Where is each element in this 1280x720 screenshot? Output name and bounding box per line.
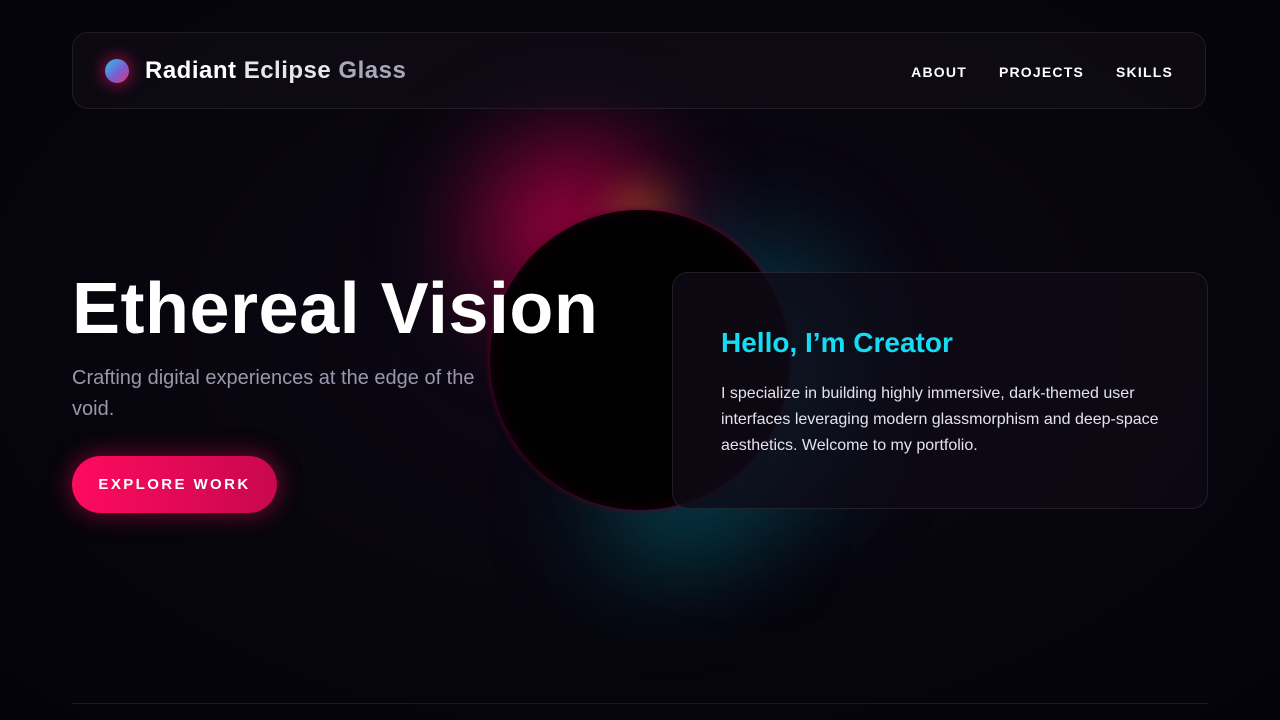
explore-work-button[interactable]: EXPLORE WORK bbox=[72, 456, 277, 513]
nav-link-projects[interactable]: PROJECTS bbox=[999, 64, 1084, 80]
hero-subtitle: Crafting digital experiences at the edge… bbox=[72, 367, 475, 420]
brand-word-2: Eclipse bbox=[243, 57, 332, 84]
nav-link-skills[interactable]: SKILLS bbox=[1116, 64, 1173, 80]
page: Radiant Eclipse Glass ABOUT PROJECTS SKI… bbox=[0, 0, 1280, 720]
nav-link-about[interactable]: ABOUT bbox=[911, 64, 967, 80]
intro-card-title: Hello, I’m Creator bbox=[721, 327, 953, 358]
intro-card-text: I specialize in building highly immersiv… bbox=[721, 385, 1159, 454]
gradient-orb-icon bbox=[105, 59, 129, 83]
hero-title: Ethereal Vision bbox=[72, 269, 599, 349]
nav-links: ABOUT PROJECTS SKILLS bbox=[911, 33, 1173, 110]
brand-name[interactable]: Radiant Eclipse Glass bbox=[145, 55, 406, 87]
footer-divider bbox=[72, 703, 1208, 704]
navbar: Radiant Eclipse Glass ABOUT PROJECTS SKI… bbox=[72, 32, 1206, 109]
brand-word-3: Glass bbox=[338, 57, 407, 84]
intro-card: Hello, I’m Creator I specialize in build… bbox=[672, 272, 1208, 509]
brand-word-1: Radiant bbox=[145, 57, 237, 84]
